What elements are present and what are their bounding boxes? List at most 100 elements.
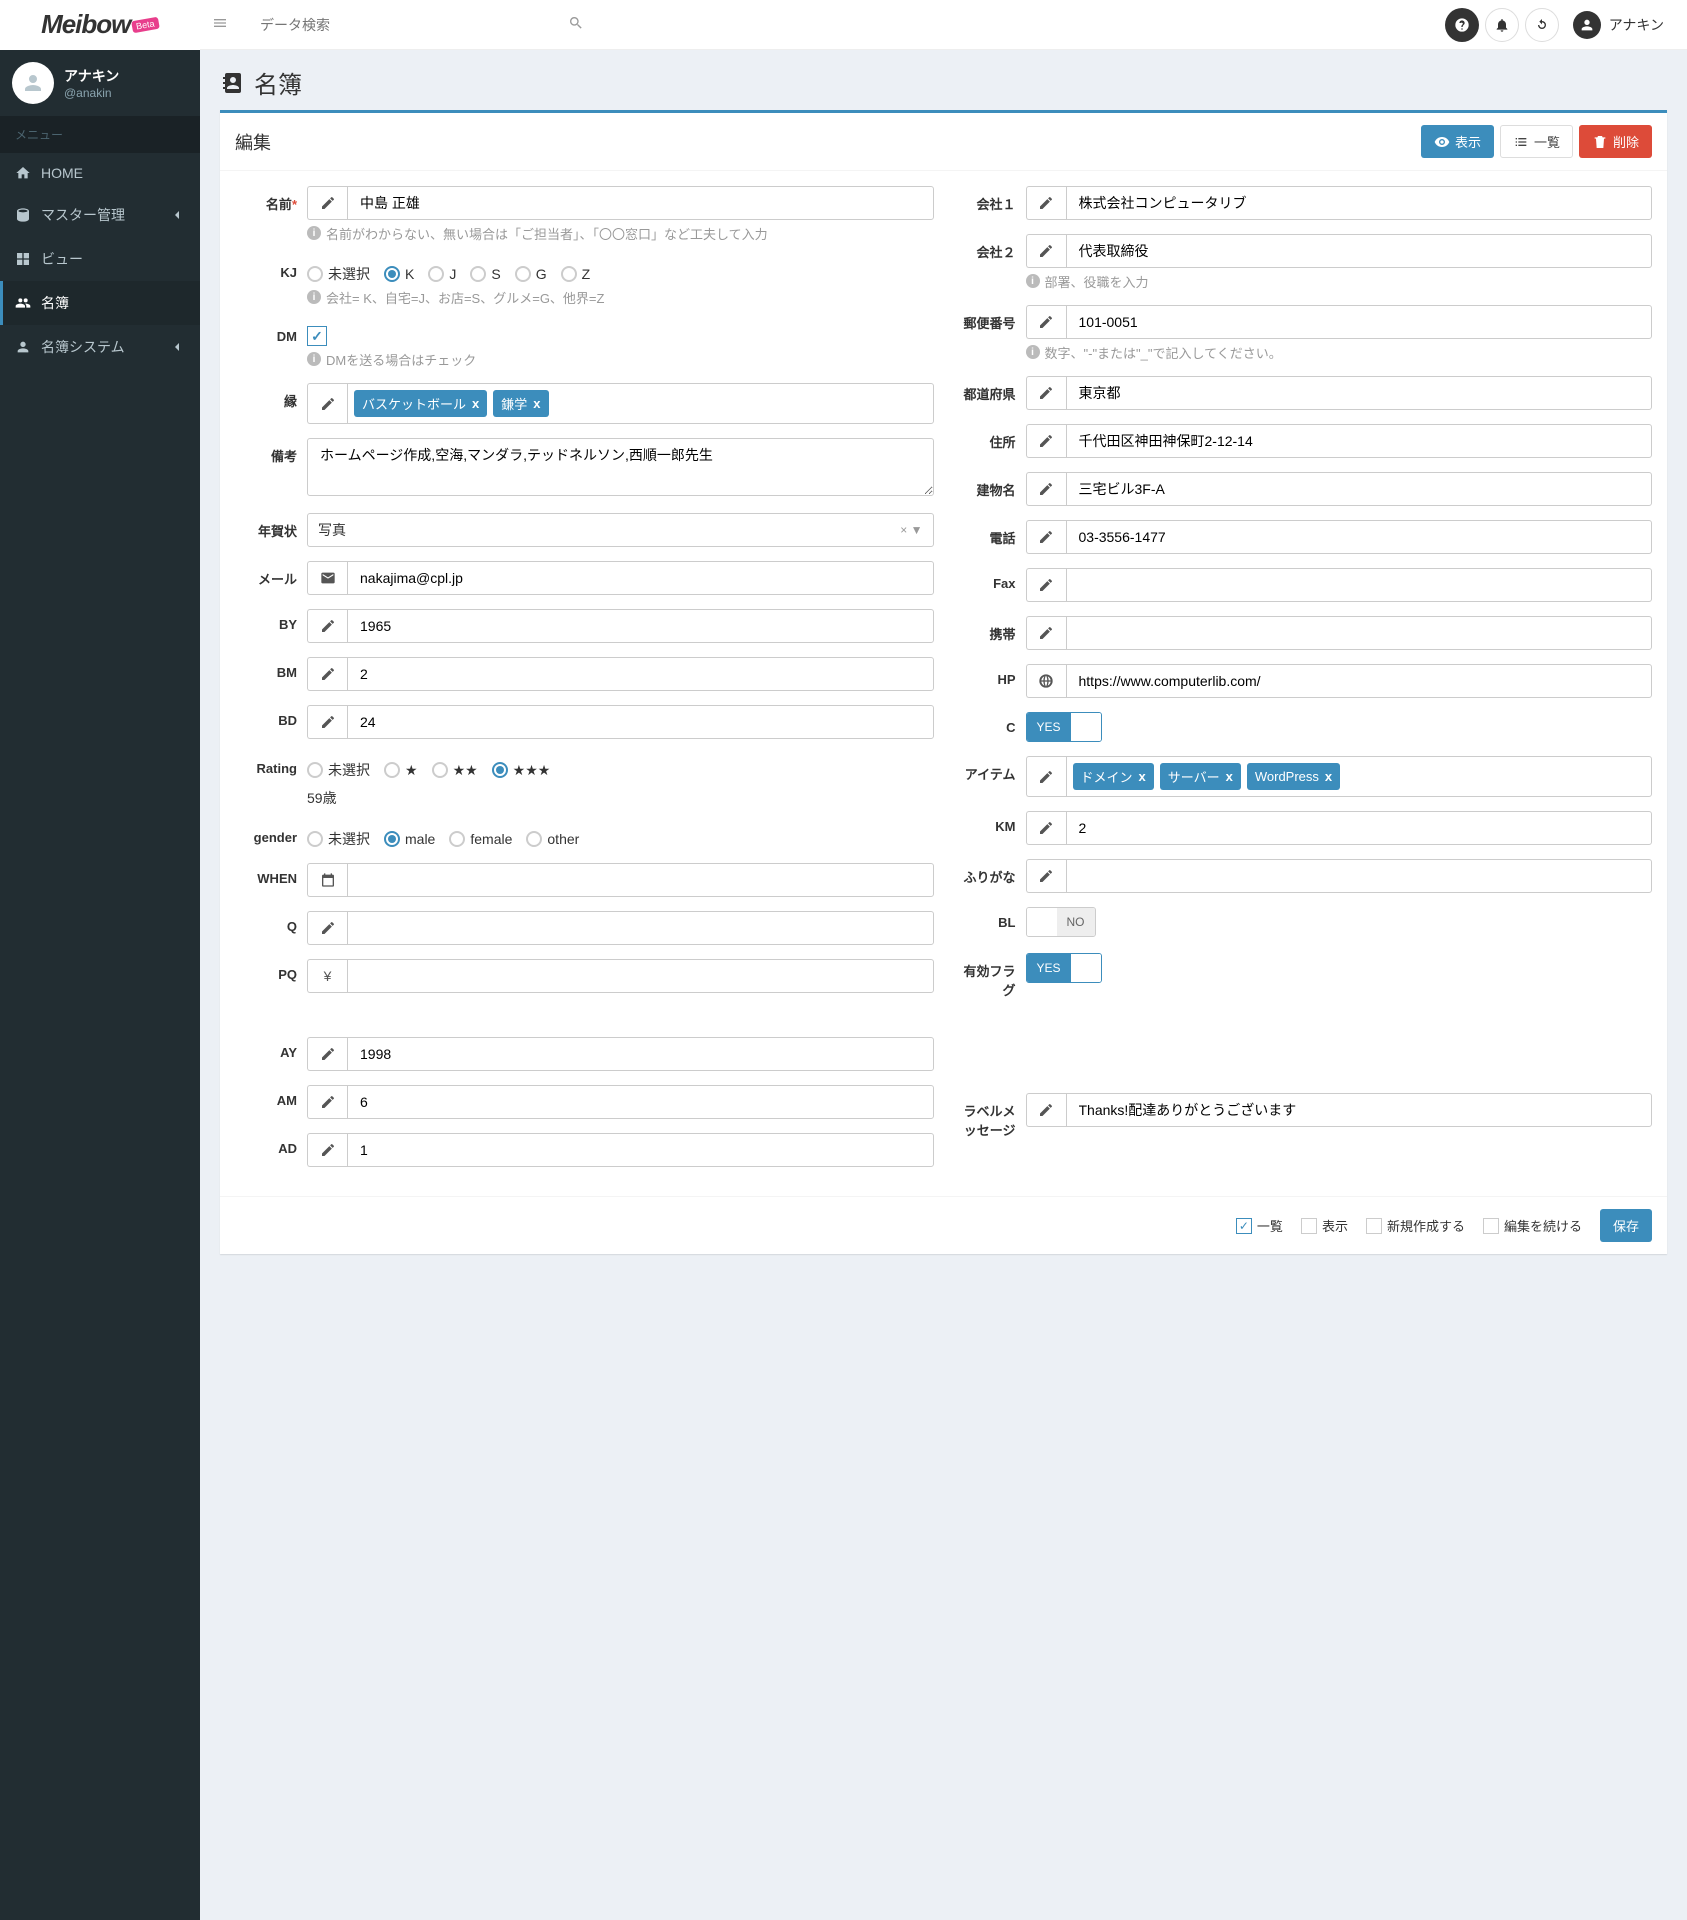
sidebar-toggle[interactable] — [200, 15, 240, 34]
fax-input[interactable] — [1066, 568, 1653, 602]
chevron-left-icon — [169, 339, 185, 355]
search-input[interactable] — [250, 9, 560, 41]
kj-radio[interactable]: K — [384, 266, 414, 282]
list-button[interactable]: 一覧 — [1500, 125, 1573, 158]
rating-radio[interactable]: ★ — [384, 762, 418, 779]
kj-radio[interactable]: S — [470, 266, 500, 282]
zip-input[interactable] — [1066, 305, 1653, 339]
sidebar-item-home[interactable]: HOME — [0, 153, 200, 193]
radio-label: S — [491, 266, 500, 282]
footer-cb-list[interactable]: ✓一覧 — [1236, 1216, 1283, 1235]
gender-radio[interactable]: 未選択 — [307, 829, 370, 849]
select-clear[interactable]: × ▼ — [900, 523, 922, 537]
hp-input[interactable] — [1066, 664, 1653, 698]
sidebar-item-label: HOME — [41, 165, 83, 181]
notifications-button[interactable] — [1485, 8, 1519, 42]
sidebar-item-label: 名簿 — [41, 293, 69, 313]
gender-radio[interactable]: female — [449, 831, 512, 847]
tag-remove-icon[interactable]: x — [1226, 769, 1233, 784]
bd-input[interactable] — [347, 705, 934, 739]
q-input[interactable] — [347, 911, 934, 945]
name-input[interactable] — [347, 186, 934, 220]
labelmsg-input[interactable] — [1066, 1093, 1653, 1127]
nenga-select[interactable]: 写真 × ▼ — [307, 513, 934, 547]
logo[interactable]: Meibow Beta — [0, 0, 200, 50]
help-button[interactable] — [1445, 8, 1479, 42]
rating-radio[interactable]: ★★ — [432, 762, 478, 779]
home-icon — [15, 165, 31, 181]
rating-radio[interactable]: 未選択 — [307, 760, 370, 780]
gender-radio[interactable]: male — [384, 831, 435, 847]
save-button[interactable]: 保存 — [1600, 1209, 1652, 1242]
footer-cb-show[interactable]: 表示 — [1301, 1216, 1348, 1235]
mail-input[interactable] — [347, 561, 934, 595]
sidebar-item-master[interactable]: マスター管理 — [0, 193, 200, 237]
list-icon — [1513, 134, 1529, 150]
item-tag[interactable]: ドメインx — [1073, 763, 1154, 790]
pref-input[interactable] — [1066, 376, 1653, 410]
km-input[interactable] — [1066, 811, 1653, 845]
bl-toggle[interactable]: NO — [1026, 907, 1096, 937]
dm-checkbox[interactable]: ✓ — [307, 326, 327, 346]
radio-dot — [384, 831, 400, 847]
tag-remove-icon[interactable]: x — [472, 396, 479, 411]
am-input[interactable] — [347, 1085, 934, 1119]
ay-input[interactable] — [347, 1037, 934, 1071]
label-c: C — [954, 712, 1026, 735]
ad-input[interactable] — [347, 1133, 934, 1167]
edit-icon — [1026, 472, 1066, 506]
kj-radio[interactable]: J — [428, 266, 456, 282]
by-input[interactable] — [347, 609, 934, 643]
delete-button[interactable]: 削除 — [1579, 125, 1652, 158]
bld-input[interactable] — [1066, 472, 1653, 506]
tag-label: WordPress — [1255, 769, 1319, 784]
label-mob: 携帯 — [954, 616, 1026, 643]
refresh-button[interactable] — [1525, 8, 1559, 42]
search-button[interactable] — [560, 7, 592, 42]
edit-icon — [307, 705, 347, 739]
kj-radio[interactable]: Z — [561, 266, 591, 282]
help-text: 数字、"-"または"_"で記入してください。 — [1045, 343, 1282, 362]
tel-input[interactable] — [1066, 520, 1653, 554]
en-tags-input[interactable]: バスケットボールx鎌学x — [347, 383, 934, 424]
beta-badge: Beta — [132, 16, 160, 32]
sidebar-item-meibo[interactable]: 名簿 — [0, 281, 200, 325]
en-tag[interactable]: バスケットボールx — [354, 390, 487, 417]
furi-input[interactable] — [1066, 859, 1653, 893]
label-ay: AY — [235, 1037, 307, 1060]
bm-input[interactable] — [347, 657, 934, 691]
en-tag[interactable]: 鎌学x — [493, 390, 548, 417]
tag-remove-icon[interactable]: x — [1139, 769, 1146, 784]
rating-radio[interactable]: ★★★ — [492, 762, 551, 779]
item-tag[interactable]: WordPress x — [1247, 763, 1340, 790]
item-tags-input[interactable]: ドメインxサーバーx WordPress x — [1066, 756, 1653, 797]
label-fax: Fax — [954, 568, 1026, 591]
c1-input[interactable] — [1066, 186, 1653, 220]
valid-toggle[interactable]: YES — [1026, 953, 1102, 983]
biko-textarea[interactable] — [307, 438, 934, 496]
item-tag[interactable]: サーバーx — [1160, 763, 1241, 790]
edit-icon — [307, 657, 347, 691]
label-bl: BL — [954, 907, 1026, 930]
c-toggle[interactable]: YES — [1026, 712, 1102, 742]
kj-radio[interactable]: 未選択 — [307, 264, 370, 284]
info-icon: i — [307, 352, 321, 366]
footer-cb-continue[interactable]: 編集を続ける — [1483, 1216, 1582, 1235]
tag-remove-icon[interactable]: x — [533, 396, 540, 411]
gender-radio[interactable]: other — [526, 831, 579, 847]
sidebar-item-view[interactable]: ビュー — [0, 237, 200, 281]
tag-remove-icon[interactable]: x — [1325, 769, 1332, 784]
info-icon: i — [1026, 274, 1040, 288]
when-input[interactable] — [347, 863, 934, 897]
kj-radio-group: 未選択 KJ SGZ — [307, 257, 934, 284]
user-menu[interactable]: アナキン — [1565, 7, 1672, 43]
radio-dot — [526, 831, 542, 847]
footer-cb-new[interactable]: 新規作成する — [1366, 1216, 1465, 1235]
mob-input[interactable] — [1066, 616, 1653, 650]
sidebar-item-meibo-system[interactable]: 名簿システム — [0, 325, 200, 369]
kj-radio[interactable]: G — [515, 266, 547, 282]
show-button[interactable]: 表示 — [1421, 125, 1494, 158]
pq-input[interactable] — [347, 959, 934, 993]
addr-input[interactable] — [1066, 424, 1653, 458]
c2-input[interactable] — [1066, 234, 1653, 268]
